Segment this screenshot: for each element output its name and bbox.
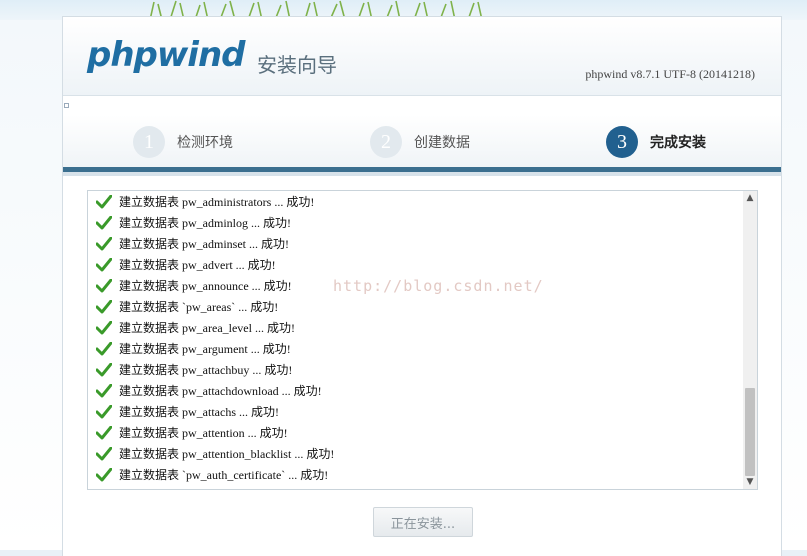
- log-item: 建立数据表 pw_attachs ... 成功!: [88, 401, 743, 422]
- log-item-text: 建立数据表 pw_argument ... 成功!: [119, 342, 291, 356]
- installer-header: phpwind 安装向导 phpwind v8.7.1 UTF-8 (20141…: [63, 17, 781, 96]
- step-2-label: 创建数据: [414, 135, 470, 151]
- log-item: 建立数据表 `pw_auth_certificate` ... 成功!: [88, 464, 743, 485]
- check-icon: [96, 362, 112, 376]
- installer-panel: phpwind 安装向导 phpwind v8.7.1 UTF-8 (20141…: [62, 16, 782, 556]
- log-item-text: 建立数据表 pw_adminlog ... 成功!: [119, 216, 291, 230]
- log-item: 建立数据表 pw_adminset ... 成功!: [88, 233, 743, 254]
- check-icon: [96, 446, 112, 460]
- step-1-label: 检测环境: [177, 135, 233, 151]
- log-item-text: 建立数据表 pw_attention ... 成功!: [119, 426, 288, 440]
- step-3: 3 完成安装: [606, 125, 706, 159]
- small-square-icon: [64, 103, 69, 108]
- step-2: 2 创建数据: [370, 125, 470, 159]
- log-item: 建立数据表 pw_advert ... 成功!: [88, 254, 743, 275]
- log-item: 建立数据表 pw_attention_blacklist ... 成功!: [88, 443, 743, 464]
- log-item: 建立数据表 pw_adminlog ... 成功!: [88, 212, 743, 233]
- step-indicator: 1 检测环境 2 创建数据 3 完成安装: [63, 115, 781, 167]
- log-scrollbar[interactable]: ▲ ▼: [743, 191, 757, 489]
- log-item-text: 建立数据表 pw_advert ... 成功!: [119, 258, 276, 272]
- check-icon: [96, 404, 112, 418]
- log-item-text: 建立数据表 pw_announce ... 成功!: [119, 279, 292, 293]
- check-icon: [96, 320, 112, 334]
- log-item-text: 建立数据表 pw_adminset ... 成功!: [119, 237, 289, 251]
- step-1-number: 1: [133, 126, 165, 158]
- scroll-up-arrow-icon[interactable]: ▲: [743, 191, 757, 205]
- log-item: 建立数据表 pw_attachbuy ... 成功!: [88, 359, 743, 380]
- page-title: 安装向导: [257, 53, 337, 77]
- log-item: 建立数据表 `pw_areas` ... 成功!: [88, 296, 743, 317]
- scroll-down-arrow-icon[interactable]: ▼: [743, 475, 757, 489]
- step-3-number: 3: [606, 126, 638, 158]
- check-icon: [96, 341, 112, 355]
- watermark-text: http://blog.csdn.net/: [333, 277, 544, 295]
- check-icon: [96, 257, 112, 271]
- step-3-label: 完成安装: [650, 135, 706, 151]
- log-item-text: 建立数据表 pw_attention_blacklist ... 成功!: [119, 447, 335, 461]
- log-item-text: 建立数据表 pw_area_level ... 成功!: [119, 321, 295, 335]
- installing-button[interactable]: 正在安装...: [373, 507, 473, 537]
- step-1: 1 检测环境: [133, 125, 233, 159]
- check-icon: [96, 299, 112, 313]
- log-item: 建立数据表 pw_area_level ... 成功!: [88, 317, 743, 338]
- log-item-text: 建立数据表 pw_attachs ... 成功!: [119, 405, 279, 419]
- check-icon: [96, 215, 112, 229]
- step-2-number: 2: [370, 126, 402, 158]
- install-log[interactable]: 建立数据表 pw_administrators ... 成功! 建立数据表 pw_…: [87, 190, 758, 490]
- log-item-text: 建立数据表 pw_administrators ... 成功!: [119, 195, 315, 209]
- log-item: 建立数据表 pw_attachdownload ... 成功!: [88, 380, 743, 401]
- check-icon: [96, 425, 112, 439]
- phpwind-logo: phpwind: [87, 35, 245, 75]
- log-item-text: 建立数据表 `pw_auth_certificate` ... 成功!: [119, 468, 329, 482]
- scroll-thumb[interactable]: [745, 388, 755, 476]
- check-icon: [96, 194, 112, 208]
- log-item-text: 建立数据表 pw_attachdownload ... 成功!: [119, 384, 322, 398]
- version-label: phpwind v8.7.1 UTF-8 (20141218): [585, 67, 755, 81]
- check-icon: [96, 383, 112, 397]
- log-list: 建立数据表 pw_administrators ... 成功! 建立数据表 pw_…: [88, 191, 743, 485]
- step-bar-shadow: [63, 172, 781, 176]
- log-item: 建立数据表 pw_attention ... 成功!: [88, 422, 743, 443]
- log-item-text: 建立数据表 `pw_areas` ... 成功!: [119, 300, 279, 314]
- check-icon: [96, 278, 112, 292]
- check-icon: [96, 236, 112, 250]
- log-item: 建立数据表 pw_administrators ... 成功!: [88, 191, 743, 212]
- check-icon: [96, 467, 112, 481]
- log-item: 建立数据表 pw_argument ... 成功!: [88, 338, 743, 359]
- log-item-text: 建立数据表 pw_attachbuy ... 成功!: [119, 363, 293, 377]
